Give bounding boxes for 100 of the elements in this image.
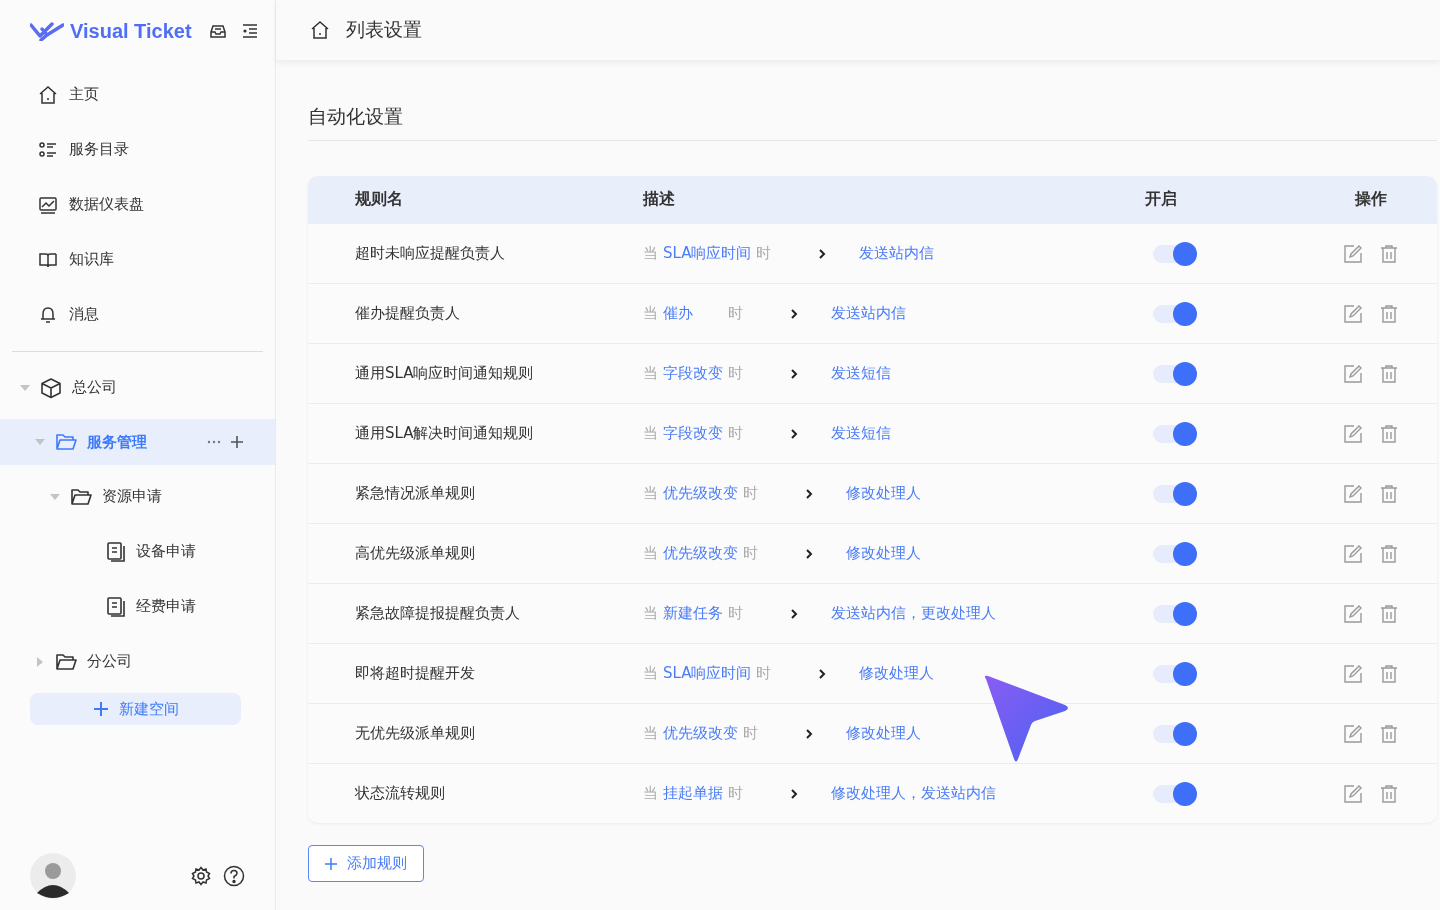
toggle-switch[interactable] — [1153, 424, 1195, 443]
edit-icon[interactable] — [1343, 783, 1363, 804]
edit-icon[interactable] — [1343, 363, 1363, 384]
new-space-button[interactable]: 新建空间 — [30, 693, 241, 725]
bell-icon — [38, 304, 58, 325]
rule-name: 超时未响应提醒负责人 — [354, 244, 506, 263]
trigger-link[interactable]: SLA响应时间 — [663, 664, 752, 683]
toggle-switch[interactable] — [1153, 244, 1195, 263]
action-link[interactable]: 修改处理人 — [846, 484, 921, 503]
page-title: 列表设置 — [346, 17, 422, 42]
tree-item[interactable]: 经费申请 — [0, 579, 275, 634]
toggle-switch[interactable] — [1153, 724, 1195, 743]
toggle-switch[interactable] — [1153, 784, 1195, 803]
toggle-switch[interactable] — [1153, 604, 1195, 623]
action-link[interactable]: 发送站内信，更改处理人 — [831, 604, 996, 623]
description-text: 时 — [728, 304, 743, 323]
home-icon[interactable] — [310, 20, 330, 40]
trigger-link[interactable]: SLA响应时间 — [663, 244, 752, 263]
tree-item[interactable]: 总公司 — [0, 360, 275, 415]
toggle-switch[interactable] — [1153, 484, 1195, 503]
folder-icon — [55, 432, 77, 452]
delete-icon[interactable] — [1379, 303, 1399, 324]
action-link[interactable]: 发送短信 — [831, 424, 891, 443]
toggle-switch[interactable] — [1153, 544, 1195, 563]
delete-icon[interactable] — [1379, 543, 1399, 564]
toggle-switch[interactable] — [1153, 664, 1195, 683]
trigger-link[interactable]: 优先级改变 — [663, 484, 738, 503]
nav-item[interactable]: 服务目录 — [0, 122, 275, 177]
rule-name: 状态流转规则 — [354, 784, 446, 803]
tree-item[interactable]: 分公司 — [0, 634, 275, 689]
delete-icon[interactable] — [1379, 483, 1399, 504]
action-link[interactable]: 发送站内信 — [831, 304, 906, 323]
rule-name: 通用SLA解决时间通知规则 — [354, 424, 535, 443]
edit-icon[interactable] — [1343, 303, 1363, 324]
more-icon[interactable] — [207, 440, 221, 444]
edit-icon[interactable] — [1343, 243, 1363, 264]
delete-icon[interactable] — [1379, 603, 1399, 624]
trigger-link[interactable]: 字段改变 — [663, 364, 723, 383]
edit-icon[interactable] — [1343, 723, 1363, 744]
chevron-right-icon — [805, 547, 813, 560]
trigger-link[interactable]: 优先级改变 — [663, 544, 738, 563]
trigger-link[interactable]: 优先级改变 — [663, 724, 738, 743]
nav-item[interactable]: 数据仪表盘 — [0, 177, 275, 232]
tree-item[interactable]: 服务管理 — [0, 419, 275, 465]
caret-icon[interactable] — [20, 382, 30, 393]
folder-icon — [55, 651, 77, 672]
plus-icon — [92, 701, 109, 717]
settings-icon[interactable] — [191, 866, 211, 886]
nav-item[interactable]: 知识库 — [0, 232, 275, 287]
delete-icon[interactable] — [1379, 723, 1399, 744]
edit-icon[interactable] — [1343, 483, 1363, 504]
description-text: 时 — [743, 484, 758, 503]
action-link[interactable]: 修改处理人 — [846, 724, 921, 743]
action-link[interactable]: 修改处理人 — [859, 664, 935, 683]
edit-icon[interactable] — [1343, 603, 1363, 624]
action-link[interactable]: 发送短信 — [831, 364, 891, 383]
document-icon — [106, 595, 126, 618]
chevron-right-icon — [790, 607, 798, 620]
description-text: 当 — [643, 544, 658, 563]
delete-icon[interactable] — [1379, 363, 1399, 384]
add-icon[interactable] — [231, 436, 243, 448]
action-link[interactable]: 修改处理人，发送站内信 — [831, 784, 996, 803]
nav-item[interactable]: 消息 — [0, 287, 275, 342]
delete-icon[interactable] — [1379, 663, 1399, 684]
description-text: 时 — [728, 364, 743, 383]
caret-icon[interactable] — [35, 656, 45, 667]
tree-item[interactable]: 设备申请 — [0, 524, 275, 579]
help-icon[interactable] — [223, 865, 245, 887]
description-text: 当 — [643, 424, 658, 443]
edit-icon[interactable] — [1343, 543, 1363, 564]
trigger-link[interactable]: 催办 — [663, 304, 723, 323]
description-text: 当 — [643, 364, 658, 383]
caret-icon[interactable] — [35, 437, 45, 447]
rule-name: 催办提醒负责人 — [354, 304, 461, 323]
delete-icon[interactable] — [1379, 423, 1399, 444]
nav-item[interactable]: 主页 — [0, 67, 275, 122]
action-link[interactable]: 修改处理人 — [846, 544, 921, 563]
add-rule-button[interactable]: 添加规则 — [308, 845, 424, 882]
toggle-switch[interactable] — [1153, 364, 1195, 383]
inbox-icon[interactable] — [209, 22, 227, 40]
description-text: 时 — [756, 664, 772, 683]
edit-icon[interactable] — [1343, 663, 1363, 684]
action-link[interactable]: 发送站内信 — [859, 244, 935, 263]
avatar[interactable] — [30, 853, 76, 899]
caret-icon[interactable] — [50, 491, 60, 502]
trigger-link[interactable]: 挂起单据 — [663, 784, 723, 803]
rule-name: 即将超时提醒开发 — [354, 664, 476, 683]
app-name: Visual Ticket — [70, 19, 192, 43]
description-text: 当 — [643, 244, 658, 263]
delete-icon[interactable] — [1379, 243, 1399, 264]
toggle-switch[interactable] — [1153, 304, 1195, 323]
description-text: 时 — [743, 724, 758, 743]
tree-item[interactable]: 资源申请 — [0, 469, 275, 524]
edit-icon[interactable] — [1343, 423, 1363, 444]
trigger-link[interactable]: 新建任务 — [663, 604, 723, 623]
menu-collapse-icon[interactable] — [241, 22, 259, 40]
description-text: 当 — [643, 664, 658, 683]
chevron-right-icon — [805, 487, 813, 500]
delete-icon[interactable] — [1379, 783, 1399, 804]
trigger-link[interactable]: 字段改变 — [663, 424, 723, 443]
